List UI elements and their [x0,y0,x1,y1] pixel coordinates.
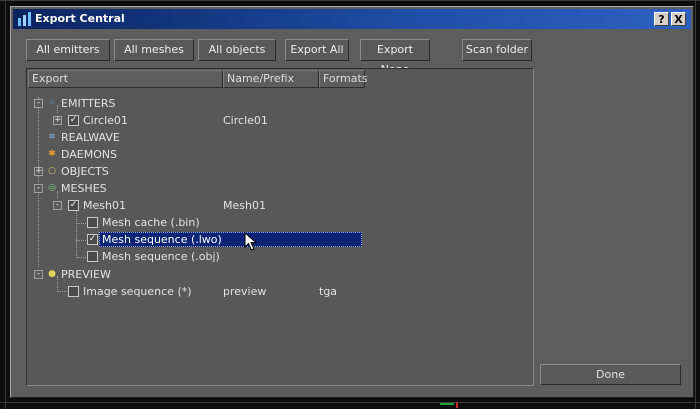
app-icon [18,12,31,26]
background-mark [456,402,458,408]
column-header-name-prefix[interactable]: Name/Prefix [223,70,319,88]
background-line [695,0,696,409]
circle-icon: ○ [48,166,56,176]
column-header-formats[interactable]: Formats [319,70,368,88]
name-prefix-value: preview [223,285,267,298]
format-value: tga [319,285,338,298]
tree-row-mesh-sequence-obj[interactable]: Mesh sequence (.obj) [27,249,533,265]
tree-label: DAEMONS [61,148,118,161]
close-button[interactable]: X [671,12,686,26]
background-line [5,0,6,409]
tree-label: Mesh01 [83,199,126,212]
background-mark [440,403,454,405]
tree-row-objects[interactable]: + ○ OBJECTS [27,164,533,180]
bulb-icon: ● [48,269,56,279]
title-bar: Export Central ? X [13,9,691,29]
all-emitters-button[interactable]: All emitters [26,39,110,61]
export-tree[interactable]: Export Name/Prefix Formats - ⁘ EMITTERS … [26,68,534,386]
asterisk-icon: ✱ [48,149,56,159]
expander-minus-icon[interactable]: - [53,201,62,210]
window-title: Export Central [35,12,125,25]
expander-minus-icon[interactable]: - [34,184,43,193]
checkbox-image-sequence[interactable] [68,286,79,297]
help-button[interactable]: ? [654,12,669,26]
tree-label: Circle01 [83,114,128,127]
tree-row-mesh-cache-bin[interactable]: Mesh cache (.bin) [27,215,533,231]
export-all-button[interactable]: Export All [285,39,349,61]
tree-label: Mesh sequence (.lwo) [102,233,222,246]
tree-label: Mesh cache (.bin) [102,216,200,229]
expander-minus-icon[interactable]: - [34,270,43,279]
export-none-button[interactable]: Export None [360,39,430,76]
checkbox-mesh-cache-bin[interactable] [87,217,98,228]
tree-row-meshes[interactable]: - ◎ MESHES [27,181,533,197]
checkbox-circle01[interactable]: ✓ [68,115,79,126]
tree-row-mesh-sequence-lwo[interactable]: ✓ Mesh sequence (.lwo) [27,232,533,248]
tree-row-realwave[interactable]: ≋ REALWAVE [27,130,533,146]
tree-label: EMITTERS [61,97,116,110]
tree-label: PREVIEW [61,268,111,281]
done-button[interactable]: Done [540,364,681,385]
expander-plus-icon[interactable]: + [34,167,43,176]
tree-row-mesh01[interactable]: - ✓ Mesh01 Mesh01 [27,198,533,214]
tree-label: OBJECTS [61,165,109,178]
tree-row-preview[interactable]: - ● PREVIEW [27,267,533,283]
tree-row-daemons[interactable]: ✱ DAEMONS [27,147,533,163]
mesh-icon: ◎ [48,183,56,193]
name-prefix-value: Circle01 [223,114,268,127]
checkbox-mesh01[interactable]: ✓ [68,200,79,211]
wave-icon: ≋ [48,132,56,142]
background-line [0,0,700,1]
tree-label: REALWAVE [61,131,120,144]
checkbox-mesh-sequence-lwo[interactable]: ✓ [87,234,98,245]
expander-plus-icon[interactable]: + [53,116,62,125]
tree-label: Mesh sequence (.obj) [102,250,220,263]
export-central-window: Export Central ? X All emitters All mesh… [10,6,694,398]
dots-icon: ⁘ [48,98,56,108]
tree-label: Image sequence (*) [83,285,192,298]
expander-minus-icon[interactable]: - [34,99,43,108]
column-header-export[interactable]: Export [28,70,223,88]
name-prefix-value: Mesh01 [223,199,266,212]
tree-label: MESHES [61,182,107,195]
mouse-cursor-icon [244,232,258,251]
all-meshes-button[interactable]: All meshes [114,39,194,61]
tree-row-emitters[interactable]: - ⁘ EMITTERS [27,96,533,112]
scan-folder-button[interactable]: Scan folder [462,39,532,61]
background-line [0,402,700,403]
checkbox-mesh-sequence-obj[interactable] [87,251,98,262]
all-objects-button[interactable]: All objects [198,39,276,61]
tree-row-image-sequence[interactable]: Image sequence (*) preview tga [27,284,533,300]
tree-row-circle01[interactable]: + ✓ Circle01 Circle01 [27,113,533,129]
